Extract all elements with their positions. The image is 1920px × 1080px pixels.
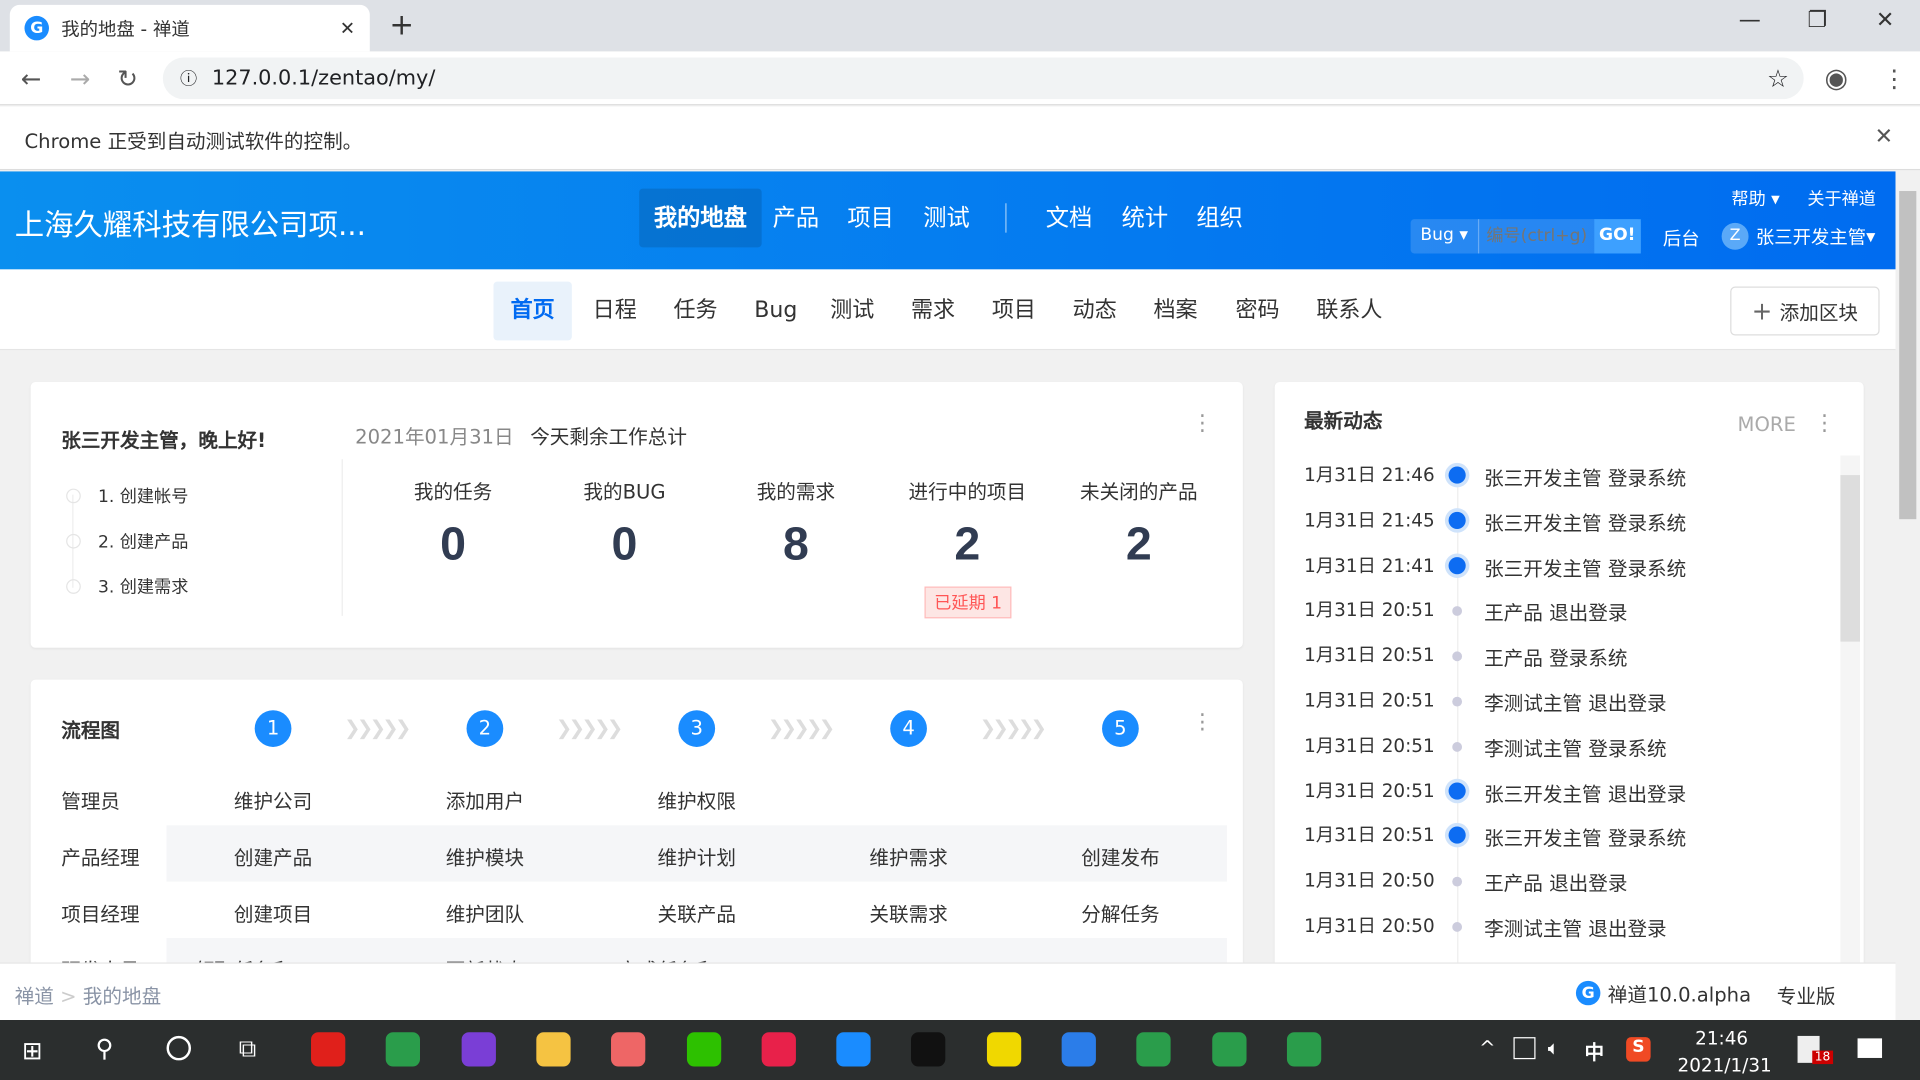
timeline-dot-icon xyxy=(1448,781,1466,800)
subnav-item[interactable]: 动态 xyxy=(1056,282,1134,341)
subnav-item[interactable]: 首页 xyxy=(493,281,572,341)
sogou-icon[interactable]: S xyxy=(1626,1037,1651,1062)
chevrons-icon: ❯❯❯❯❯ xyxy=(767,716,835,740)
subnav-item[interactable]: 档案 xyxy=(1136,282,1214,341)
stat-block[interactable]: 未关闭的产品 2 xyxy=(1053,475,1224,572)
activity-item[interactable]: 1月31日 20:51 李测试主管 退出登录 xyxy=(1304,687,1818,731)
stat-block[interactable]: 我的BUG 0 xyxy=(539,475,710,572)
subnav-item[interactable]: 任务 xyxy=(656,282,734,341)
tray-expand-icon[interactable]: ^ xyxy=(1479,1036,1495,1059)
zentao-logo-icon: G xyxy=(1575,980,1601,1006)
taskbar-app-icon[interactable] xyxy=(311,1032,346,1067)
ime-indicator[interactable]: 中 xyxy=(1584,1036,1604,1065)
flow-step-circle: 2 xyxy=(466,710,504,747)
breadcrumb: 禅道 > 我的地盘 xyxy=(14,984,162,1008)
edition-link[interactable]: 专业版 xyxy=(1777,980,1836,1009)
subnav-item[interactable]: 项目 xyxy=(975,282,1053,341)
chevrons-icon: ❯❯❯❯❯ xyxy=(344,716,411,740)
chevrons-icon: ❯❯❯❯❯ xyxy=(979,716,1047,740)
activity-item[interactable]: 1月31日 20:51 王产品 登录系统 xyxy=(1304,642,1818,686)
subnav-item[interactable]: 日程 xyxy=(576,282,654,341)
taskbar-app-icon[interactable] xyxy=(1286,1032,1322,1067)
activity-item[interactable]: 1月31日 21:45 张三开发主管 登录系统 xyxy=(1304,507,1818,551)
stat-block[interactable]: 进行中的项目 2 xyxy=(882,475,1053,572)
taskbar-app-icon[interactable] xyxy=(386,1032,421,1067)
timeline-dot-icon xyxy=(1448,827,1466,845)
start-icon[interactable]: ⊞ xyxy=(22,1036,43,1065)
timeline-dot-icon xyxy=(1452,696,1463,707)
taskbar-app-icon[interactable] xyxy=(686,1032,721,1067)
search-icon[interactable]: ⚲ xyxy=(96,1033,114,1062)
taskbar-app-icon[interactable] xyxy=(1061,1032,1096,1067)
timeline-dot-icon xyxy=(1452,651,1463,662)
activity-item[interactable]: 1月31日 20:51 张三开发主管 退出登录 xyxy=(1304,777,1818,821)
timeline-dot-icon xyxy=(1452,922,1463,932)
taskbar-app-icon[interactable] xyxy=(611,1032,646,1067)
breadcrumb-home[interactable]: 禅道 xyxy=(15,984,54,1007)
taskbar-app-icon[interactable] xyxy=(761,1032,796,1067)
taskbar-app-icon[interactable] xyxy=(911,1032,946,1067)
timeline-dot-icon xyxy=(1448,556,1466,574)
subnav-item[interactable]: 需求 xyxy=(894,282,972,341)
breadcrumb-current[interactable]: 我的地盘 xyxy=(83,984,161,1007)
sync-icon[interactable] xyxy=(1513,1037,1536,1060)
timeline-dot-icon xyxy=(1448,511,1466,529)
flow-step-circle: 4 xyxy=(890,710,927,747)
activity-item[interactable]: 1月31日 21:41 张三开发主管 登录系统 xyxy=(1304,552,1818,596)
notification-badge: 18 xyxy=(1812,1050,1833,1065)
subnav-item[interactable]: 密码 xyxy=(1218,282,1296,341)
version-link[interactable]: G 禅道10.0.alpha xyxy=(1575,978,1751,1007)
flow-step-circle: 3 xyxy=(678,710,716,747)
flow-step-circle: 5 xyxy=(1102,710,1139,747)
stat-block[interactable]: 我的任务 0 xyxy=(367,475,538,572)
flow-step-circle: 1 xyxy=(254,710,292,747)
subnav-item[interactable]: Bug xyxy=(737,282,814,341)
timeline-dot-icon xyxy=(1448,466,1466,484)
taskbar-app-icon[interactable] xyxy=(461,1032,496,1067)
volume-icon[interactable]: 🔈︎ xyxy=(1548,1036,1560,1060)
activity-item[interactable]: 1月31日 20:51 李测试主管 登录系统 xyxy=(1304,732,1818,776)
timeline-dot-icon xyxy=(1452,876,1463,887)
taskbar-app-icon[interactable] xyxy=(1211,1032,1247,1067)
timeline-dot-icon xyxy=(1452,606,1463,617)
clock[interactable]: 21:46 2021/1/31 xyxy=(1678,1025,1772,1079)
timeline-dot-icon xyxy=(1452,741,1463,752)
taskbar-app-icon[interactable] xyxy=(836,1032,871,1067)
chevrons-icon: ❯❯❯❯❯ xyxy=(555,716,623,740)
page-scrollbar[interactable] xyxy=(1895,171,1920,1021)
activity-item[interactable]: 1月31日 20:51 张三开发主管 登录系统 xyxy=(1304,822,1818,866)
taskbar-app-icon[interactable] xyxy=(986,1032,1021,1067)
cortana-icon[interactable] xyxy=(166,1035,192,1061)
stat-block[interactable]: 我的需求 8 xyxy=(710,475,881,572)
activity-item[interactable]: 1月31日 20:51 王产品 退出登录 xyxy=(1304,597,1818,641)
activity-item[interactable]: 1月31日 21:46 张三开发主管 登录系统 xyxy=(1304,462,1818,506)
activity-item[interactable]: 1月31日 20:50 王产品 退出登录 xyxy=(1304,867,1818,911)
taskbar-app-icon[interactable] xyxy=(536,1032,571,1067)
subnav-item[interactable]: 联系人 xyxy=(1299,282,1399,341)
taskbar-app-icon[interactable] xyxy=(1136,1032,1171,1067)
activity-item[interactable]: 1月31日 20:50 李测试主管 退出登录 xyxy=(1304,912,1818,956)
task-view-icon[interactable]: ⧉ xyxy=(239,1033,256,1062)
action-center-icon[interactable] xyxy=(1857,1038,1883,1058)
subnav-item[interactable]: 测试 xyxy=(813,282,891,341)
